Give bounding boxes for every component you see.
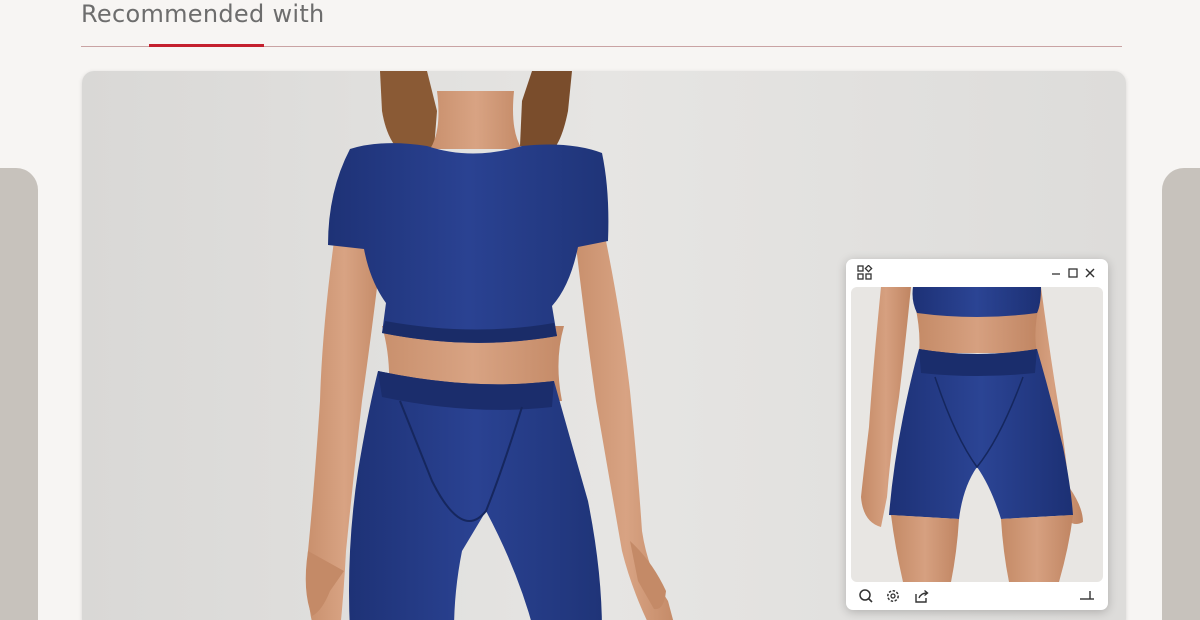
- minimize-icon[interactable]: [1048, 265, 1064, 281]
- settings-icon[interactable]: [885, 588, 901, 604]
- preview-photo: [861, 287, 1083, 582]
- zoom-icon[interactable]: [858, 588, 874, 604]
- close-icon[interactable]: [1082, 265, 1098, 281]
- image-preview-window[interactable]: [846, 259, 1108, 610]
- preview-titlebar[interactable]: [846, 259, 1108, 286]
- preview-image: [851, 287, 1103, 582]
- carousel-prev-card[interactable]: [0, 168, 38, 620]
- maximize-icon[interactable]: [1065, 265, 1081, 281]
- title-accent-bar: [149, 44, 264, 47]
- carousel-next-card[interactable]: [1162, 168, 1200, 620]
- section-title: Recommended with: [81, 0, 325, 28]
- preview-toolbar[interactable]: [846, 585, 1108, 610]
- pin-icon[interactable]: [1079, 588, 1095, 604]
- apps-icon[interactable]: [857, 265, 873, 281]
- share-icon[interactable]: [914, 588, 930, 604]
